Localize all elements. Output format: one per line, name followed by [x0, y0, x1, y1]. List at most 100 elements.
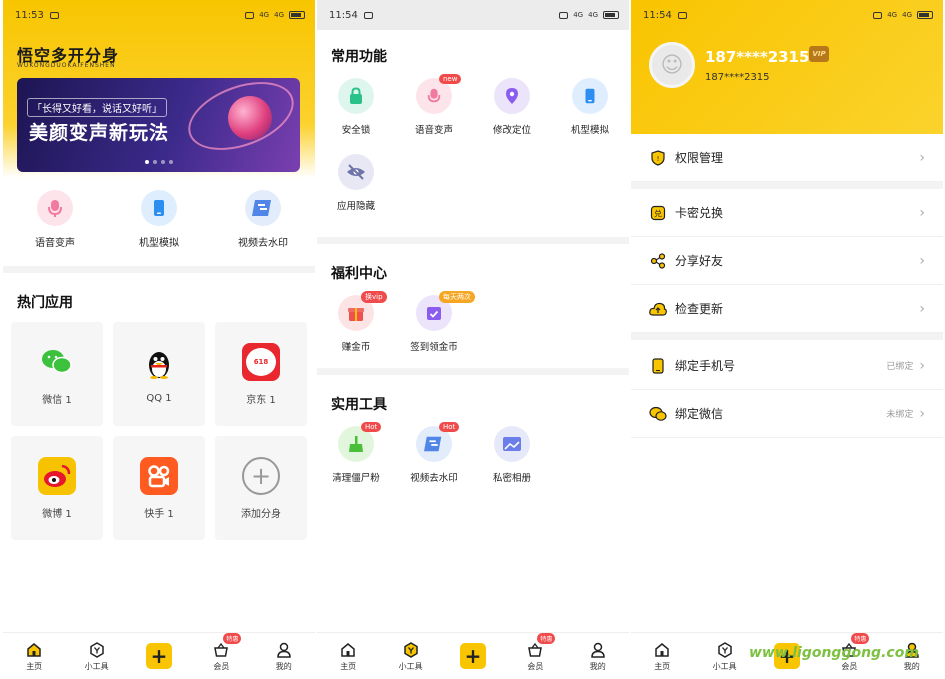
menu-bind-wechat[interactable]: 绑定微信 未绑定 ›	[631, 390, 943, 438]
menu-label: 权限管理	[675, 151, 724, 165]
tool-device-simulation[interactable]: 机型模拟	[551, 78, 629, 136]
quick-action-voice-changer[interactable]: 语音变声	[10, 190, 100, 249]
nav-label: 主页	[654, 661, 671, 671]
tool-earn-coins[interactable]: 换vip 赚金币	[317, 291, 395, 353]
app-card-weibo[interactable]: 微博 1	[11, 436, 103, 540]
exchange-vip-badge: 换vip	[361, 291, 387, 303]
nav-tools[interactable]: 小工具	[71, 641, 123, 672]
chevron-right-icon: ›	[919, 300, 925, 317]
banner-pagination	[145, 160, 173, 164]
tools-icon	[88, 641, 106, 659]
banner-title: 美颜变声新玩法	[29, 122, 170, 144]
quick-action-device-simulation[interactable]: 机型模拟	[114, 190, 204, 249]
user-icon	[589, 641, 607, 659]
app-label: 添加分身	[241, 508, 281, 520]
nav-label: 主页	[340, 661, 357, 671]
section-divider	[317, 368, 629, 375]
menu-check-update[interactable]: 检查更新 ›	[631, 285, 943, 333]
menu-share-friends[interactable]: 分享好友 ›	[631, 237, 943, 285]
wifi-icon	[559, 11, 569, 19]
notification-icon	[363, 11, 373, 19]
phone-icon	[572, 78, 608, 114]
section-divider	[3, 266, 315, 273]
nav-tools[interactable]: 小工具	[385, 641, 437, 672]
tool-voice-changer[interactable]: new 语音变声	[395, 74, 473, 136]
microphone-icon	[37, 190, 73, 226]
app-card-qq[interactable]: QQ 1	[113, 322, 205, 426]
twice-daily-badge: 每天两次	[439, 291, 475, 303]
page-dot[interactable]	[169, 160, 173, 164]
tool-modify-location[interactable]: 修改定位	[473, 78, 551, 136]
network-type: 4G	[902, 11, 912, 19]
chevron-right-icon: ›	[919, 405, 925, 422]
svg-text:!: !	[657, 155, 660, 163]
avatar[interactable]: ☺	[649, 42, 695, 88]
plus-icon: +	[145, 643, 172, 669]
tool-checkin-coins[interactable]: 每天两次 签到领金币	[395, 291, 475, 353]
chevron-right-icon: ›	[919, 252, 925, 269]
app-logo-subtitle: WUKONGDUOKAIFENSHEN	[17, 62, 116, 69]
bottom-nav: 主页 小工具 + 特惠 会员 我的	[317, 632, 629, 679]
status-time: 11:54	[329, 9, 358, 21]
hot-badge: Hot	[439, 422, 460, 432]
nav-vip[interactable]: 特惠 会员	[509, 632, 561, 672]
tool-label: 私密相册	[492, 473, 531, 484]
nav-label: 主页	[26, 661, 43, 671]
tools-icon	[402, 641, 420, 659]
menu-label: 卡密兑换	[675, 206, 724, 220]
promo-banner[interactable]: 「长得又好看，说话又好听」 美颜变声新玩法	[17, 78, 300, 172]
nav-home[interactable]: 主页	[8, 641, 60, 672]
nav-mine[interactable]: 我的	[258, 641, 310, 672]
page-dot[interactable]	[153, 160, 157, 164]
app-label: QQ 1	[146, 392, 172, 404]
section-divider	[631, 182, 943, 189]
svg-text:兑: 兑	[654, 208, 662, 218]
tool-label: 机型模拟	[570, 125, 609, 136]
app-card-kuaishou[interactable]: 快手 1	[113, 436, 205, 540]
home-screen: 11:53 4G 4G 悟空多开分身 WUKONGDUOKAIFENSHEN 「长…	[3, 0, 315, 679]
jd-icon-label: 618	[246, 347, 276, 376]
wechat-icon	[38, 343, 76, 381]
quick-action-remove-watermark[interactable]: 视频去水印	[218, 190, 308, 249]
app-card-add-clone[interactable]: + 添加分身	[215, 436, 307, 540]
app-card-jd[interactable]: 618 京东 1	[215, 322, 307, 426]
page-dot[interactable]	[161, 160, 165, 164]
welfare-grid: 换vip 赚金币 每天两次 签到领金币	[317, 291, 629, 353]
quick-action-label: 视频去水印	[238, 238, 288, 249]
quick-actions: 语音变声 机型模拟 视频去水印	[3, 190, 315, 249]
nav-plus-button[interactable]: +	[133, 643, 185, 669]
tool-security-lock[interactable]: 安全锁	[317, 78, 395, 136]
wifi-icon	[245, 11, 255, 19]
menu-bind-phone[interactable]: 绑定手机号 已绑定 ›	[631, 342, 943, 390]
common-functions-title: 常用功能	[331, 49, 387, 65]
nav-tools[interactable]: 小工具	[699, 641, 751, 672]
page-dot[interactable]	[145, 160, 149, 164]
banner-quote: 「长得又好看，说话又好听」	[27, 98, 167, 117]
app-card-wechat[interactable]: 微信 1	[11, 322, 103, 426]
user-phone: 187****2315	[705, 72, 770, 83]
username: 187****2315	[705, 48, 810, 66]
profile-screen: 11:54 4G 4G ☺ 187****2315 VIP 187****2315…	[631, 0, 943, 679]
menu-card-redeem[interactable]: 兑 卡密兑换 ›	[631, 189, 943, 237]
wifi-icon	[873, 11, 883, 19]
nav-home[interactable]: 主页	[322, 641, 374, 672]
chevron-right-icon: ›	[919, 149, 925, 166]
weibo-icon	[38, 456, 76, 495]
tool-private-album[interactable]: 私密相册	[473, 426, 551, 484]
tool-label: 应用隐藏	[336, 201, 375, 212]
tool-clean-zombie-fans[interactable]: Hot 清理僵尸粉	[317, 422, 395, 484]
status-bar: 11:54 4G 4G	[317, 0, 629, 30]
bind-status: 已绑定	[886, 362, 914, 372]
tool-hide-apps[interactable]: 应用隐藏	[317, 154, 395, 212]
nav-home[interactable]: 主页	[636, 641, 688, 672]
qq-penguin-icon	[140, 345, 178, 383]
nav-vip[interactable]: 特惠 会员	[195, 632, 247, 672]
user-icon	[275, 641, 293, 659]
chevron-right-icon: ›	[919, 357, 925, 374]
tool-label: 视频去水印	[410, 473, 458, 484]
nav-mine[interactable]: 我的	[572, 641, 624, 672]
network-type: 4G	[887, 11, 898, 19]
menu-permission-management[interactable]: ! 权限管理 ›	[631, 134, 943, 182]
tool-remove-watermark[interactable]: Hot 视频去水印	[395, 422, 473, 484]
nav-plus-button[interactable]: +	[447, 643, 499, 669]
